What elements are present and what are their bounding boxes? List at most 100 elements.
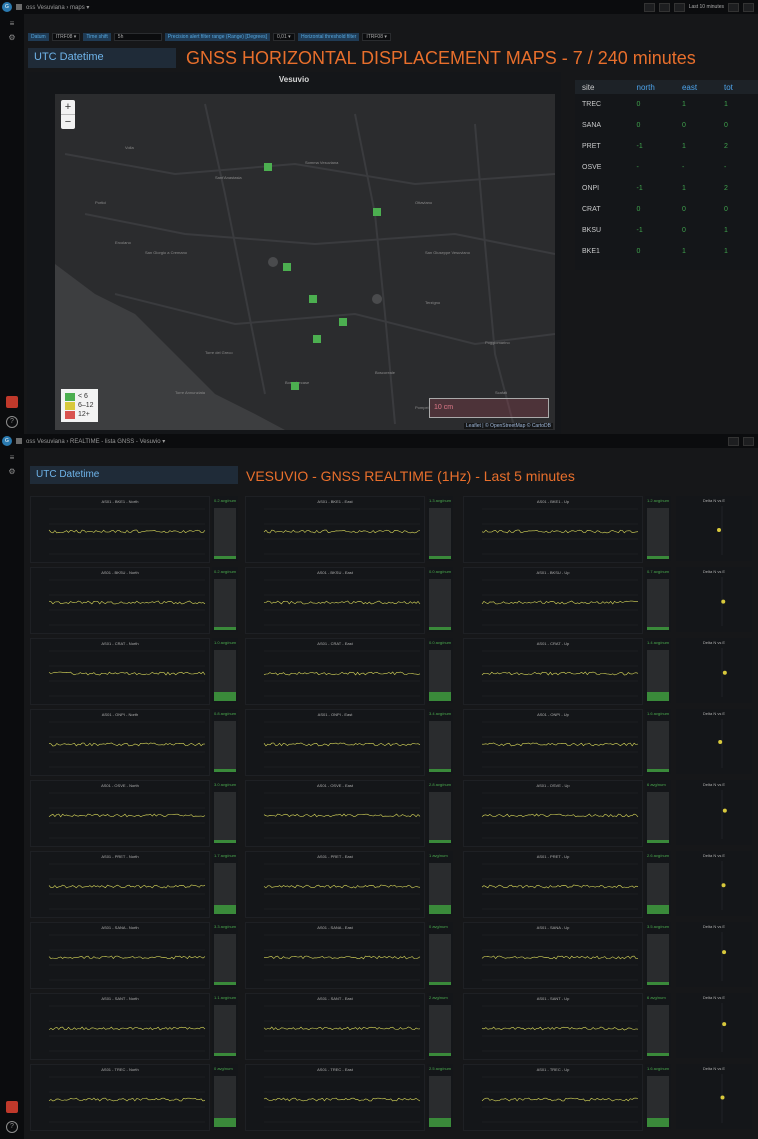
var-select[interactable]: 0,01 ▾ — [273, 33, 296, 41]
grafana-logo-icon[interactable]: G — [2, 436, 12, 446]
timeseries-panel[interactable]: AS01 - SANT - East — [245, 993, 425, 1060]
station-marker[interactable] — [283, 263, 291, 271]
timeseries-panel[interactable]: AS01 - PRET - East — [245, 851, 425, 918]
bar-gauge-panel[interactable]: 3.0 avg/num — [212, 780, 238, 845]
station-marker[interactable] — [373, 208, 381, 216]
station-marker[interactable] — [309, 295, 317, 303]
station-marker[interactable] — [264, 163, 272, 171]
map-attribution[interactable]: Leaflet | © OpenStreetMap © CartoDB — [463, 423, 553, 429]
station-marker[interactable] — [313, 335, 321, 343]
refresh-icon[interactable] — [743, 2, 754, 12]
bar-gauge-panel[interactable]: 0.8 avg/num — [212, 709, 238, 774]
timeseries-panel[interactable]: AS01 - OSVE - East — [245, 780, 425, 847]
bar-gauge-panel[interactable]: 3.4 avg/num — [427, 709, 453, 774]
bar-gauge-panel[interactable]: 3.3 avg/num — [212, 922, 238, 987]
timeseries-panel[interactable]: AS01 - TREC - East — [245, 1064, 425, 1131]
timeseries-panel[interactable]: AS01 - TREC - North — [30, 1064, 210, 1131]
station-marker[interactable] — [268, 257, 278, 267]
menu-icon[interactable]: ≡ — [8, 20, 16, 28]
bar-gauge-panel[interactable]: 0 avg/num — [427, 922, 453, 987]
timeseries-panel[interactable]: AS01 - BKE1 - East — [245, 496, 425, 563]
bar-gauge-panel[interactable]: 6 avg/num — [645, 993, 671, 1058]
scatter-panel[interactable]: Delta N vs E — [676, 851, 752, 916]
save-icon[interactable] — [673, 2, 685, 12]
bar-gauge-panel[interactable]: 0.2 avg/num — [212, 496, 238, 561]
bar-gauge-panel[interactable]: 1.1 avg/num — [212, 993, 238, 1058]
timeseries-panel[interactable]: AS01 - PRET - Up — [463, 851, 643, 918]
timeseries-panel[interactable]: AS01 - TREC - Up — [463, 1064, 643, 1131]
bar-gauge-panel[interactable]: 1.0 avg/num — [212, 638, 238, 703]
breadcrumb[interactable]: oss Vesuviana › REALTIME - lista GNSS - … — [26, 438, 165, 445]
star-icon[interactable] — [658, 2, 670, 12]
timeseries-panel[interactable]: AS01 - ONPI - East — [245, 709, 425, 776]
timeseries-panel[interactable]: AS01 - CRAT - Up — [463, 638, 643, 705]
station-marker[interactable] — [372, 294, 382, 304]
zoom-out-button[interactable]: − — [61, 115, 75, 129]
col-north[interactable]: north — [625, 83, 674, 92]
var-select[interactable]: ITRF08 ▾ — [51, 33, 81, 41]
bar-gauge-panel[interactable]: 0.7 avg/num — [645, 567, 671, 632]
bar-gauge-panel[interactable]: 1.4 avg/num — [645, 638, 671, 703]
timeseries-panel[interactable]: AS01 - SANA - North — [30, 922, 210, 989]
scatter-panel[interactable]: Delta N vs E — [676, 993, 752, 1058]
help-icon[interactable]: ? — [6, 416, 18, 428]
var-input[interactable]: 5h — [113, 33, 162, 41]
bar-gauge-panel[interactable]: 1.2 avg/num — [645, 496, 671, 561]
bar-gauge-panel[interactable]: 2.8 avg/num — [427, 780, 453, 845]
bar-gauge-panel[interactable]: 2.5 avg/num — [427, 1064, 453, 1129]
gear-icon[interactable]: ⚙ — [8, 34, 16, 42]
bar-gauge-panel[interactable]: 3.5 avg/num — [645, 922, 671, 987]
help-icon[interactable]: ? — [6, 1121, 18, 1133]
timeseries-panel[interactable]: AS01 - CRAT - East — [245, 638, 425, 705]
bar-gauge-panel[interactable]: 0.0 avg/num — [427, 638, 453, 703]
station-marker[interactable] — [291, 382, 299, 390]
time-range-picker[interactable]: Last 10 minutes — [689, 4, 724, 10]
bar-gauge-panel[interactable]: 0 avg/num — [212, 1064, 238, 1129]
timeseries-panel[interactable]: AS01 - SANA - East — [245, 922, 425, 989]
var-select[interactable]: ITRF08 ▾ — [362, 33, 391, 41]
bar-gauge-panel[interactable]: 6 avg/num — [645, 780, 671, 845]
bar-gauge-panel[interactable]: 2.6 avg/num — [645, 851, 671, 916]
bar-gauge-panel[interactable]: 1.7 avg/num — [212, 851, 238, 916]
timeseries-panel[interactable]: AS01 - SANA - Up — [463, 922, 643, 989]
menu-icon[interactable]: ≡ — [8, 454, 16, 462]
scatter-panel[interactable]: Delta N vs E — [676, 567, 752, 632]
col-east[interactable]: east — [674, 83, 716, 92]
gear-icon[interactable]: ⚙ — [8, 468, 16, 476]
scatter-panel[interactable]: Delta N vs E — [676, 780, 752, 845]
share-icon[interactable] — [643, 2, 655, 12]
bar-gauge-panel[interactable]: 0.0 avg/num — [427, 567, 453, 632]
timeseries-panel[interactable]: AS01 - ONPI - North — [30, 709, 210, 776]
timeseries-panel[interactable]: AS01 - CRAT - North — [30, 638, 210, 705]
share-icon[interactable] — [728, 436, 739, 446]
timeseries-panel[interactable]: AS01 - PRET - North — [30, 851, 210, 918]
star-icon[interactable] — [743, 436, 754, 446]
timeseries-panel[interactable]: AS01 - BKSU - North — [30, 567, 210, 634]
avatar[interactable] — [6, 396, 18, 408]
map-canvas[interactable]: Volla Somma Vesuviana Sant'Anastasia Ottavi… — [55, 94, 555, 430]
timeseries-panel[interactable]: AS01 - BKE1 - North — [30, 496, 210, 563]
timeseries-panel[interactable]: AS01 - BKE1 - Up — [463, 496, 643, 563]
bar-gauge-panel[interactable]: 2 avg/num — [427, 993, 453, 1058]
breadcrumb[interactable]: oss Vesuviana › maps ▾ — [26, 4, 89, 11]
bar-gauge-panel[interactable]: 0.2 avg/num — [212, 567, 238, 632]
avatar[interactable] — [6, 1101, 18, 1113]
timeseries-panel[interactable]: AS01 - BKSU - Up — [463, 567, 643, 634]
grafana-logo-icon[interactable]: G — [2, 2, 12, 12]
timeseries-panel[interactable]: AS01 - ONPI - Up — [463, 709, 643, 776]
dashboard-grid-icon[interactable] — [16, 438, 22, 444]
bar-gauge-panel[interactable]: 1.6 avg/num — [645, 709, 671, 774]
bar-gauge-panel[interactable]: 1 avg/num — [427, 851, 453, 916]
timeseries-panel[interactable]: AS01 - BKSU - East — [245, 567, 425, 634]
timeseries-panel[interactable]: AS01 - OSVE - North — [30, 780, 210, 847]
timeseries-panel[interactable]: AS01 - SANT - North — [30, 993, 210, 1060]
bar-gauge-panel[interactable]: 1.3 avg/num — [427, 496, 453, 561]
bar-gauge-panel[interactable]: 1.6 avg/num — [645, 1064, 671, 1129]
scatter-panel[interactable]: Delta N vs E — [676, 922, 752, 987]
col-site[interactable]: site — [575, 83, 625, 92]
scatter-panel[interactable]: Delta N vs E — [676, 496, 752, 561]
dashboard-grid-icon[interactable] — [16, 4, 22, 10]
zoom-in-button[interactable]: + — [61, 100, 75, 115]
timeseries-panel[interactable]: AS01 - OSVE - Up — [463, 780, 643, 847]
scatter-panel[interactable]: Delta N vs E — [676, 709, 752, 774]
